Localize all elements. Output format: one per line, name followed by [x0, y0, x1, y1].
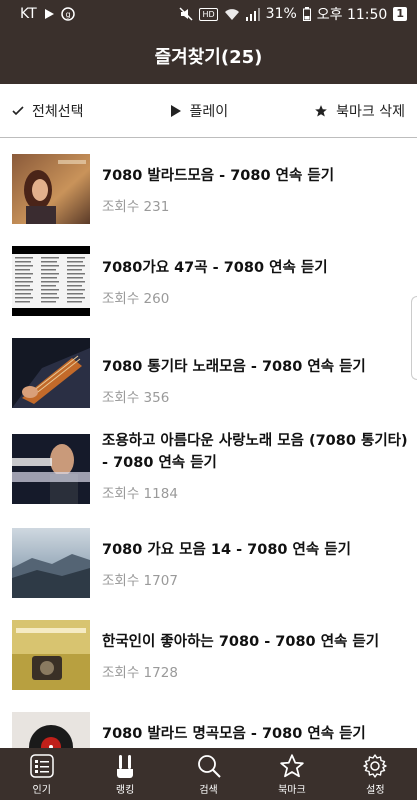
nav-label: 랭킹 [115, 784, 135, 796]
mute-icon [179, 7, 193, 21]
battery-percent: 31% [265, 6, 297, 22]
video-thumbnail [12, 154, 90, 224]
carrier-label: KT [20, 6, 37, 22]
status-bar: KT g HD 31% 오후 11:50 1 [0, 0, 417, 28]
clock: 오후 11:50 [316, 7, 388, 23]
play-store-icon [44, 9, 54, 19]
video-thumbnail [12, 338, 90, 408]
ranking-icon [117, 754, 134, 778]
nav-label: 인기 [32, 784, 51, 796]
app-notification-icon: g [60, 7, 75, 21]
delete-bookmark-button[interactable]: 북마크 삭제 [314, 101, 405, 121]
view-count: 조회수 1707 [102, 573, 178, 589]
item-title: 조용하고 아름다운 사랑노래 모음 (7080 통기타) - 7080 연속 듣… [102, 433, 408, 471]
video-thumbnail [12, 712, 90, 748]
nav-label: 설정 [366, 784, 385, 796]
action-toolbar: 전체선택 플레이 북마크 삭제 [0, 84, 417, 138]
list-icon [29, 753, 54, 778]
view-count: 조회수 356 [102, 390, 170, 406]
list-item[interactable]: 7080 가요 모음 14 - 7080 연속 듣기 조회수 1707 [0, 512, 417, 604]
view-count: 조회수 1184 [102, 486, 178, 502]
item-title: 한국인이 좋아하는 7080 - 7080 연속 듣기 [102, 634, 380, 650]
battery-icon [302, 7, 311, 21]
search-icon [197, 754, 221, 778]
list-item[interactable]: 한국인이 좋아하는 7080 - 7080 연속 듣기 조회수 1728 [0, 604, 417, 696]
hd-icon: HD [199, 7, 218, 21]
bottom-navigation: 인기 랭킹 검색 북마크 설정 [0, 748, 417, 800]
video-thumbnail [12, 528, 90, 598]
page-title-bar: 즐겨찾기(25) [0, 28, 417, 84]
view-count: 조회수 1728 [102, 665, 178, 681]
play-label: 플레이 [189, 103, 229, 120]
list-item[interactable]: 7080 발라드 명곡모음 - 7080 연속 듣기 [0, 696, 417, 748]
star-icon [280, 753, 304, 777]
nav-item-search[interactable]: 검색 [167, 748, 250, 800]
video-thumbnail [12, 620, 90, 690]
list-item[interactable]: 7080 발라드모음 - 7080 연속 듣기 조회수 231 [0, 138, 417, 230]
play-icon [170, 104, 181, 117]
bookmark-list[interactable]: 7080 발라드모음 - 7080 연속 듣기 조회수 231 7080가요 4… [0, 138, 417, 748]
item-title: 7080 발라드모음 - 7080 연속 듣기 [102, 168, 335, 184]
svg-text:g: g [65, 10, 70, 19]
notification-count-badge: 1 [393, 7, 407, 21]
scroll-handle[interactable] [411, 296, 417, 380]
list-item[interactable]: 조용하고 아름다운 사랑노래 모음 (7080 통기타) - 7080 연속 듣… [0, 414, 417, 506]
wifi-icon [224, 8, 239, 20]
view-count: 조회수 260 [102, 291, 170, 307]
delete-bookmark-label: 북마크 삭제 [336, 103, 405, 120]
view-count: 조회수 231 [102, 199, 170, 215]
page-title: 즐겨찾기(25) [154, 47, 263, 68]
play-button[interactable]: 플레이 [170, 101, 229, 121]
select-all-label: 전체선택 [32, 103, 84, 120]
list-item[interactable]: 7080 통기타 노래모음 - 7080 연속 듣기 조회수 356 [0, 322, 417, 414]
nav-item-popular[interactable]: 인기 [0, 748, 83, 800]
video-thumbnail [12, 434, 90, 504]
item-title: 7080가요 47곡 - 7080 연속 듣기 [102, 260, 328, 276]
nav-label: 북마크 [278, 784, 306, 796]
nav-item-bookmark[interactable]: 북마크 [250, 748, 333, 800]
list-item[interactable]: 7080가요 47곡 - 7080 연속 듣기 조회수 260 [0, 230, 417, 322]
video-thumbnail [12, 246, 90, 316]
star-icon [315, 104, 327, 117]
select-all-button[interactable]: 전체선택 [12, 101, 84, 121]
nav-label: 검색 [199, 784, 218, 796]
item-title: 7080 발라드 명곡모음 - 7080 연속 듣기 [102, 726, 366, 742]
nav-item-ranking[interactable]: 랭킹 [83, 748, 166, 800]
checkmark-icon [12, 105, 24, 115]
gear-icon [363, 753, 388, 778]
signal-icon [245, 7, 260, 21]
item-title: 7080 통기타 노래모음 - 7080 연속 듣기 [102, 359, 366, 375]
nav-item-settings[interactable]: 설정 [334, 748, 417, 800]
item-title: 7080 가요 모음 14 - 7080 연속 듣기 [102, 542, 351, 558]
